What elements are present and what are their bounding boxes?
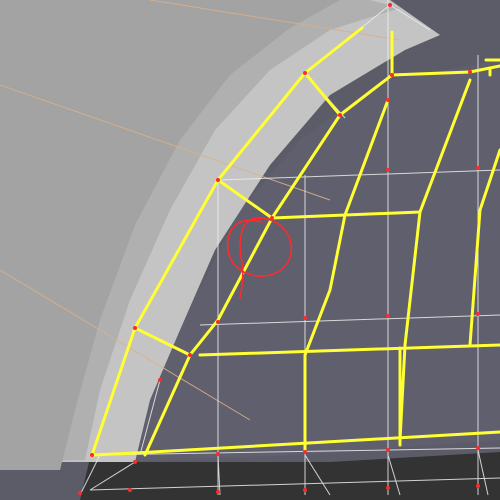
vertex-dot-icon[interactable]: [90, 453, 94, 457]
vertex-dot-icon[interactable]: [386, 448, 390, 452]
vertex-dot-icon[interactable]: [158, 378, 162, 382]
vertex-dot-icon[interactable]: [338, 113, 342, 117]
vertex-dot-icon[interactable]: [216, 490, 220, 494]
viewport-canvas[interactable]: [0, 0, 500, 500]
vertex-dot-icon[interactable]: [78, 491, 82, 495]
vertex-dot-icon[interactable]: [303, 316, 307, 320]
vertex-dot-icon[interactable]: [303, 488, 307, 492]
vertex-dot-icon[interactable]: [216, 320, 220, 324]
3d-viewport[interactable]: [0, 0, 500, 500]
vertex-dot-icon[interactable]: [386, 314, 390, 318]
vertex-dot-icon[interactable]: [476, 484, 480, 488]
vertex-dot-icon[interactable]: [476, 312, 480, 316]
vertex-dot-icon[interactable]: [476, 446, 480, 450]
vertex-dot-icon[interactable]: [216, 178, 220, 182]
vertex-dot-icon[interactable]: [476, 166, 480, 170]
vertex-dot-icon[interactable]: [390, 73, 394, 77]
vertex-dot-icon[interactable]: [388, 3, 392, 7]
vertex-dot-icon[interactable]: [128, 488, 132, 492]
vertex-dot-icon[interactable]: [133, 326, 137, 330]
vertex-dot-icon[interactable]: [468, 70, 472, 74]
vertex-dot-icon[interactable]: [303, 450, 307, 454]
vertex-dot-icon[interactable]: [386, 486, 390, 490]
vertex-dot-icon[interactable]: [133, 460, 137, 464]
vertex-dot-icon[interactable]: [386, 168, 390, 172]
vertex-dot-icon[interactable]: [386, 98, 390, 102]
vertex-dot-icon[interactable]: [216, 452, 220, 456]
vertex-dot-icon[interactable]: [303, 71, 307, 75]
vertex-dot-icon[interactable]: [188, 353, 192, 357]
